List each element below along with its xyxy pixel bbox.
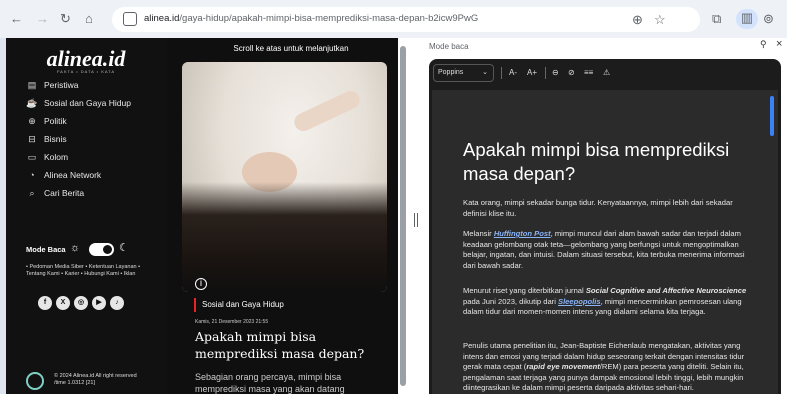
sidebar: alinea.id FAKTA • DATA • KATA ▤ Peristiwa… bbox=[6, 38, 166, 394]
article-category[interactable]: Sosial dan Gaya Hidup bbox=[194, 298, 284, 312]
sidebar-item-politik[interactable]: ⊕ Politik bbox=[26, 114, 66, 128]
reading-mode-icon[interactable]: ▥ bbox=[736, 9, 758, 29]
home-icon[interactable]: ⌂ bbox=[85, 9, 93, 29]
cup-icon: ☕ bbox=[26, 98, 38, 108]
tab-search-icon[interactable]: ⊚ bbox=[763, 10, 774, 28]
forward-icon[interactable]: → bbox=[36, 9, 49, 29]
hero-image bbox=[182, 62, 387, 292]
reader-content: Apakah mimpi bisa memprediksi masa depan… bbox=[432, 90, 778, 394]
footer-logo-icon bbox=[26, 372, 44, 390]
reader-title: Apakah mimpi bisa memprediksi masa depan… bbox=[463, 139, 730, 184]
reading-mode-panel: Mode baca ⚲ × Poppins ⌄ A- A+ ⊖ ⊘ ≡≡ ⚠ Ap… bbox=[424, 38, 787, 394]
site-tagline: FAKTA • DATA • KATA bbox=[56, 69, 116, 74]
link-icon[interactable]: ⊖ bbox=[552, 65, 559, 81]
tiktok-icon[interactable]: ♪ bbox=[110, 296, 124, 310]
reader-link[interactable]: Huffington Post bbox=[494, 229, 551, 238]
panel-resize-handle[interactable] bbox=[408, 38, 424, 394]
newspaper-icon: ▤ bbox=[27, 80, 37, 90]
hero-arm bbox=[291, 88, 363, 134]
footer-links[interactable]: • Pedoman Media Siber • Ketentuan Layana… bbox=[26, 264, 156, 278]
chat-icon: ▭ bbox=[27, 152, 37, 162]
article-date: Kamis, 21 Desember 2023 21:55 bbox=[195, 319, 269, 325]
moon-icon: ☾ bbox=[119, 242, 129, 254]
decrease-font-button[interactable]: A- bbox=[509, 65, 517, 81]
article-title: Apakah mimpi bisa memprediksi masa depan… bbox=[195, 329, 365, 361]
mode-label: Mode Baca bbox=[26, 245, 66, 254]
hero-hair bbox=[182, 182, 387, 292]
info-icon[interactable]: i bbox=[195, 278, 207, 290]
reader-paragraph: Menurut riset yang diterbitkan jurnal So… bbox=[463, 286, 747, 317]
toolbar-divider bbox=[501, 67, 502, 79]
line-spacing-icon[interactable]: ≡≡ bbox=[584, 65, 593, 81]
web-page: alinea.id FAKTA • DATA • KATA ▤ Peristiwa… bbox=[6, 38, 398, 394]
page-scrollbar[interactable] bbox=[398, 38, 408, 394]
network-icon: ◔ bbox=[29, 170, 35, 180]
drag-handle-icon bbox=[414, 213, 418, 227]
reader-paragraph: Melansir Huffington Post, mimpi muncul d… bbox=[463, 229, 745, 270]
zoom-icon[interactable]: ⊕ bbox=[632, 11, 643, 29]
reload-icon[interactable]: ↻ bbox=[60, 9, 71, 29]
site-info-icon[interactable] bbox=[123, 12, 137, 26]
sidebar-item-sosial[interactable]: ☕ Sosial dan Gaya Hidup bbox=[26, 96, 131, 110]
toggle-knob bbox=[103, 245, 112, 254]
briefcase-icon: ⊟ bbox=[28, 134, 36, 144]
extensions-icon[interactable]: ⧉ bbox=[712, 10, 721, 28]
chevron-down-icon: ⌄ bbox=[482, 69, 488, 76]
url-text: alinea.id/gaya-hidup/apakah-mimpi-bisa-m… bbox=[144, 13, 479, 24]
dark-mode-toggle[interactable] bbox=[89, 243, 114, 256]
reader-paragraph: Kata orang, mimpi sekadar bunga tidur. K… bbox=[463, 198, 733, 218]
reader-link[interactable]: Sleepopolis bbox=[558, 297, 601, 306]
increase-font-button[interactable]: A+ bbox=[527, 65, 537, 81]
address-bar[interactable]: alinea.id/gaya-hidup/apakah-mimpi-bisa-m… bbox=[112, 7, 700, 32]
x-icon[interactable]: X bbox=[56, 296, 70, 310]
youtube-icon[interactable]: ▶ bbox=[92, 296, 106, 310]
search-icon: ⌕ bbox=[29, 188, 35, 198]
letter-spacing-icon[interactable]: ⚠ bbox=[603, 65, 610, 81]
reader-scrollbar[interactable] bbox=[770, 96, 774, 136]
sidebar-item-network[interactable]: ◔ Alinea Network bbox=[26, 168, 101, 182]
close-icon[interactable]: × bbox=[776, 38, 782, 50]
scrollbar-thumb[interactable] bbox=[400, 46, 406, 386]
globe-icon: ⊕ bbox=[28, 116, 36, 126]
pin-icon[interactable]: ⚲ bbox=[760, 39, 767, 50]
reader-panel-title: Mode baca bbox=[429, 42, 469, 51]
sidebar-item-peristiwa[interactable]: ▤ Peristiwa bbox=[26, 78, 79, 92]
article-lede: Sebagian orang percaya, mimpi bisa mempr… bbox=[195, 372, 345, 394]
back-icon[interactable]: ← bbox=[10, 9, 23, 29]
sidebar-item-cari[interactable]: ⌕ Cari Berita bbox=[26, 186, 84, 200]
reader-paragraph: Penulis utama penelitian itu, Jean-Bapti… bbox=[463, 341, 745, 393]
theme-icon[interactable]: ⊘ bbox=[568, 65, 575, 81]
sidebar-item-bisnis[interactable]: ⊟ Bisnis bbox=[26, 132, 66, 146]
scroll-hint[interactable]: Scroll ke atas untuk melanjutkan bbox=[184, 38, 398, 60]
sidebar-item-kolom[interactable]: ▭ Kolom bbox=[26, 150, 68, 164]
browser-toolbar: ← → ↻ ⌂ alinea.id/gaya-hidup/apakah-mimp… bbox=[0, 0, 787, 38]
reader-container: Poppins ⌄ A- A+ ⊖ ⊘ ≡≡ ⚠ Apakah mimpi bis… bbox=[429, 59, 781, 394]
font-select[interactable]: Poppins ⌄ bbox=[433, 64, 494, 82]
bookmark-star-icon[interactable]: ☆ bbox=[654, 11, 666, 29]
facebook-icon[interactable]: f bbox=[38, 296, 52, 310]
toolbar-divider bbox=[545, 67, 546, 79]
instagram-icon[interactable]: ◎ bbox=[74, 296, 88, 310]
sun-icon: ☼ bbox=[70, 242, 81, 254]
copyright-text: © 2024 Alinea.id All right reserved/time… bbox=[54, 373, 137, 386]
sidebar-footer: © 2024 Alinea.id All right reserved/time… bbox=[26, 370, 166, 394]
